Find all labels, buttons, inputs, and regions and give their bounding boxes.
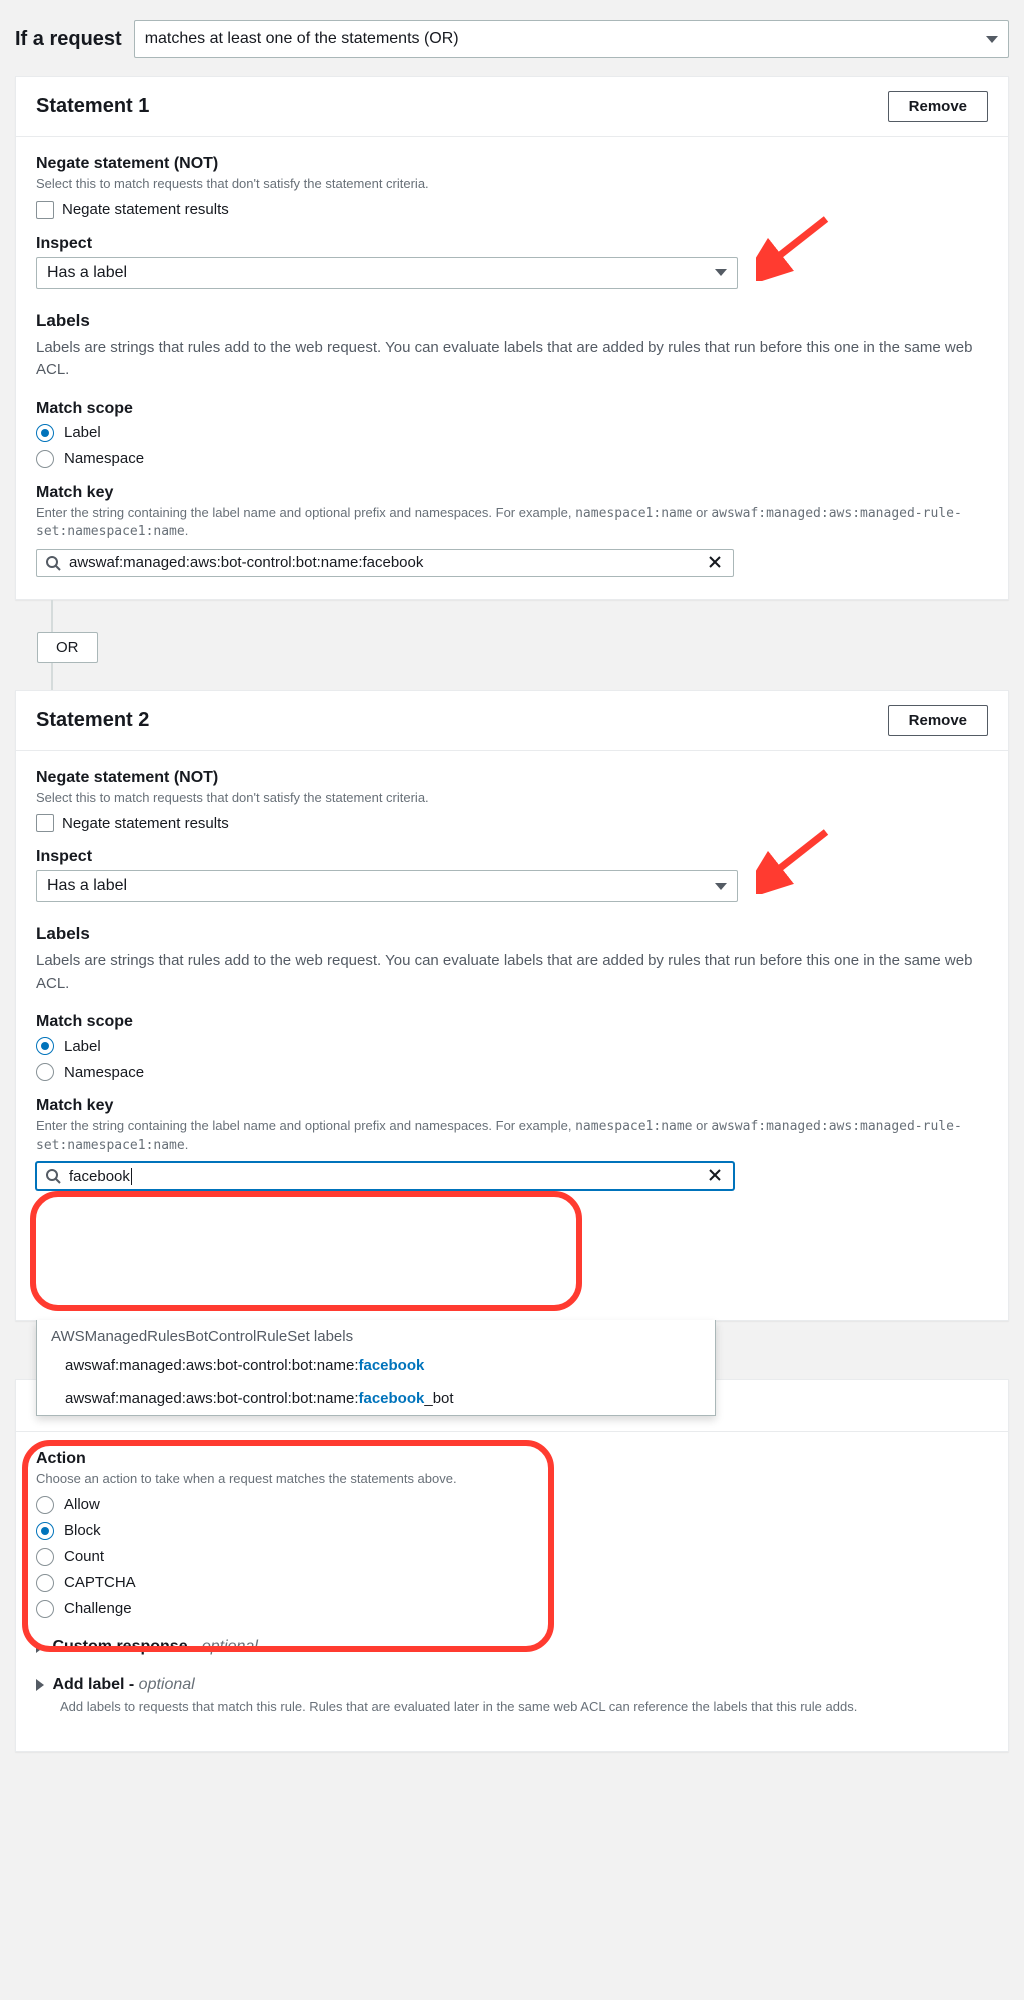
negate-checkbox[interactable]: Negate statement results bbox=[36, 201, 988, 219]
action-captcha-option[interactable]: CAPTCHA bbox=[36, 1574, 988, 1592]
inspect-select[interactable]: Has a label bbox=[36, 870, 738, 902]
match-scope-label: Match scope bbox=[36, 400, 988, 418]
chevron-right-icon bbox=[36, 1679, 44, 1691]
match-scope-namespace-option[interactable]: Namespace bbox=[36, 1063, 988, 1081]
match-scope-label: Match scope bbox=[36, 1013, 988, 1031]
match-key-value: facebook​ bbox=[69, 1168, 707, 1185]
labels-desc: Labels are strings that rules add to the… bbox=[36, 337, 988, 382]
condition-select[interactable]: matches at least one of the statements (… bbox=[134, 20, 1009, 58]
inspect-label: Inspect bbox=[36, 848, 988, 866]
action-count-option[interactable]: Count bbox=[36, 1548, 988, 1566]
add-label-expander[interactable]: Add label - optional bbox=[36, 1676, 988, 1694]
clear-icon[interactable] bbox=[707, 554, 725, 572]
labels-heading: Labels bbox=[36, 311, 988, 331]
radio-icon bbox=[36, 1522, 54, 1540]
add-label-help: Add labels to requests that match this r… bbox=[60, 1698, 988, 1716]
negate-help: Select this to match requests that don't… bbox=[36, 175, 988, 193]
match-key-help: Enter the string containing the label na… bbox=[36, 504, 988, 541]
radio-icon bbox=[36, 450, 54, 468]
action-allow-option[interactable]: Allow bbox=[36, 1496, 988, 1514]
radio-icon bbox=[36, 424, 54, 442]
labels-heading: Labels bbox=[36, 924, 988, 944]
match-key-label: Match key bbox=[36, 1097, 988, 1115]
statement-2-panel: Statement 2 Remove Negate statement (NOT… bbox=[15, 690, 1009, 1322]
or-connector: OR bbox=[51, 600, 1009, 690]
inspect-select-value: Has a label bbox=[47, 264, 127, 282]
action-challenge-option[interactable]: Challenge bbox=[36, 1600, 988, 1618]
remove-button[interactable]: Remove bbox=[888, 705, 988, 736]
labels-desc: Labels are strings that rules add to the… bbox=[36, 950, 988, 995]
radio-icon bbox=[36, 1574, 54, 1592]
match-key-input[interactable]: facebook​ bbox=[36, 1162, 734, 1190]
dropdown-group-label: AWSManagedRulesBotControlRuleSet labels bbox=[37, 1320, 715, 1349]
clear-icon[interactable] bbox=[707, 1167, 725, 1185]
inspect-select-value: Has a label bbox=[47, 877, 127, 895]
match-key-help: Enter the string containing the label na… bbox=[36, 1117, 988, 1154]
match-scope-label-option[interactable]: Label bbox=[36, 1037, 988, 1055]
remove-button[interactable]: Remove bbox=[888, 91, 988, 122]
action-label: Action bbox=[36, 1450, 988, 1468]
chevron-down-icon bbox=[715, 269, 727, 276]
search-icon bbox=[45, 1168, 61, 1184]
chevron-right-icon bbox=[36, 1641, 44, 1653]
statement-2-title: Statement 2 bbox=[36, 709, 149, 732]
checkbox-icon bbox=[36, 201, 54, 219]
action-help: Choose an action to take when a request … bbox=[36, 1470, 988, 1488]
radio-icon bbox=[36, 1548, 54, 1566]
radio-icon bbox=[36, 1600, 54, 1618]
negate-heading: Negate statement (NOT) bbox=[36, 769, 988, 787]
or-badge: OR bbox=[37, 632, 98, 663]
negate-heading: Negate statement (NOT) bbox=[36, 155, 988, 173]
statement-1-title: Statement 1 bbox=[36, 95, 149, 118]
dropdown-option-1[interactable]: awswaf:managed:aws:bot-control:bot:name:… bbox=[37, 1349, 715, 1382]
chevron-down-icon bbox=[986, 36, 998, 43]
chevron-down-icon bbox=[715, 883, 727, 890]
dropdown-option-2[interactable]: awswaf:managed:aws:bot-control:bot:name:… bbox=[37, 1382, 715, 1415]
action-block-option[interactable]: Block bbox=[36, 1522, 988, 1540]
page-title: If a request bbox=[15, 28, 122, 51]
radio-icon bbox=[36, 1496, 54, 1514]
match-scope-namespace-option[interactable]: Namespace bbox=[36, 450, 988, 468]
negate-help: Select this to match requests that don't… bbox=[36, 789, 988, 807]
radio-icon bbox=[36, 1063, 54, 1081]
inspect-select[interactable]: Has a label bbox=[36, 257, 738, 289]
inspect-label: Inspect bbox=[36, 235, 988, 253]
negate-checkbox-label: Negate statement results bbox=[62, 201, 229, 218]
radio-icon bbox=[36, 1037, 54, 1055]
match-key-value: awswaf:managed:aws:bot-control:bot:name:… bbox=[69, 554, 707, 571]
statement-1-panel: Statement 1 Remove Negate statement (NOT… bbox=[15, 76, 1009, 600]
match-key-input[interactable]: awswaf:managed:aws:bot-control:bot:name:… bbox=[36, 549, 734, 577]
condition-select-value: matches at least one of the statements (… bbox=[145, 30, 459, 48]
negate-checkbox[interactable]: Negate statement results bbox=[36, 814, 988, 832]
match-scope-label-option[interactable]: Label bbox=[36, 424, 988, 442]
action-panel: Action Action Choose an action to take w… bbox=[15, 1379, 1009, 1752]
match-key-label: Match key bbox=[36, 484, 988, 502]
negate-checkbox-label: Negate statement results bbox=[62, 815, 229, 832]
custom-response-expander[interactable]: Custom response - optional bbox=[36, 1638, 988, 1656]
search-icon bbox=[45, 555, 61, 571]
checkbox-icon bbox=[36, 814, 54, 832]
match-key-dropdown: AWSManagedRulesBotControlRuleSet labels … bbox=[36, 1320, 716, 1416]
